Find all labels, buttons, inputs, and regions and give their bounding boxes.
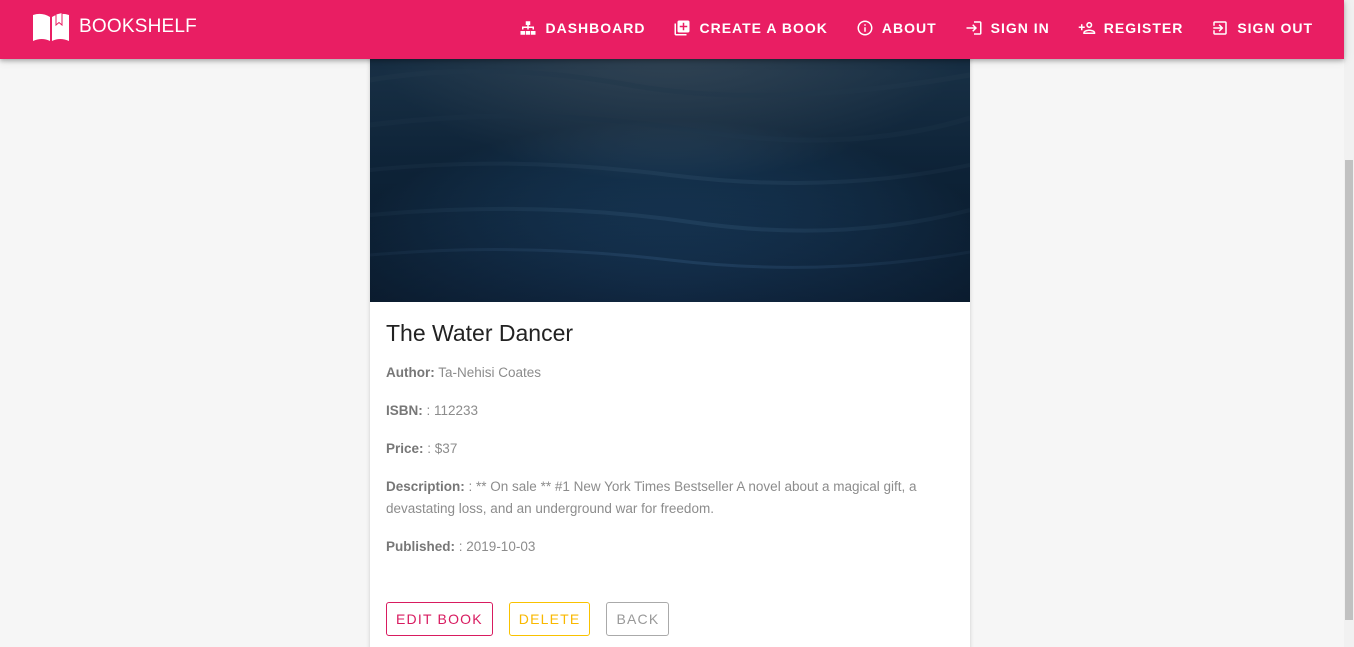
scrollbar-thumb[interactable] xyxy=(1345,160,1353,620)
isbn-label: ISBN: xyxy=(386,403,423,418)
nav-sign-in[interactable]: SIGN IN xyxy=(951,8,1064,48)
delete-button[interactable]: DELETE xyxy=(508,602,591,636)
brand-title: BOOKSHELF xyxy=(79,16,197,37)
nav-label: DASHBOARD xyxy=(545,19,646,36)
card-actions: EDIT BOOK DELETE BACK xyxy=(386,602,685,636)
main-nav: DASHBOARD CREATE A BOOK ABOUT SIGN IN RE… xyxy=(505,0,1344,59)
person-add-icon xyxy=(1078,21,1095,34)
book-card: The Water Dancer Author: Ta-Nehisi Coate… xyxy=(370,0,970,647)
back-button[interactable]: BACK xyxy=(606,602,670,636)
published-label: Published: xyxy=(386,539,456,554)
description-label: Description: xyxy=(386,479,465,494)
edit-book-button[interactable]: EDIT BOOK xyxy=(386,602,493,636)
price-value: : $37 xyxy=(427,441,458,456)
nav-sign-out[interactable]: SIGN OUT xyxy=(1197,8,1344,48)
nav-about[interactable]: ABOUT xyxy=(842,8,951,48)
dashboard-icon xyxy=(520,20,536,35)
nav-label: SIGN OUT xyxy=(1237,19,1313,36)
page: BOOKSHELF DASHBOARD CREATE A BOOK ABOUT xyxy=(0,0,1354,647)
info-icon xyxy=(857,20,873,35)
logout-icon xyxy=(1213,20,1228,35)
author-label: Author: xyxy=(386,365,435,380)
open-book-icon xyxy=(32,11,70,48)
author-value: Ta-Nehisi Coates xyxy=(438,365,542,380)
app-bar: BOOKSHELF DASHBOARD CREATE A BOOK ABOUT xyxy=(0,0,1344,59)
nav-label: ABOUT xyxy=(881,19,937,36)
description-value: : ** On sale ** #1 New York Times Bestse… xyxy=(386,479,917,516)
scrollbar[interactable] xyxy=(1344,0,1354,647)
nav-register[interactable]: REGISTER xyxy=(1064,8,1198,48)
author-field: Author: Ta-Nehisi Coates xyxy=(386,362,954,384)
login-icon xyxy=(966,20,982,35)
nav-create-book[interactable]: CREATE A BOOK xyxy=(659,8,841,48)
isbn-value: : 112233 xyxy=(426,403,479,418)
published-value: : 2019-10-03 xyxy=(458,539,536,554)
plus-box-icon xyxy=(674,20,690,35)
isbn-field: ISBN: : 112233 xyxy=(386,400,954,422)
nav-label: CREATE A BOOK xyxy=(699,19,828,36)
nav-label: SIGN IN xyxy=(990,19,1050,36)
description-field: Description: : ** On sale ** #1 New York… xyxy=(386,476,954,520)
book-title: The Water Dancer xyxy=(386,320,574,346)
published-field: Published: : 2019-10-03 xyxy=(386,536,954,558)
book-details: The Water Dancer Author: Ta-Nehisi Coate… xyxy=(386,318,954,574)
nav-dashboard[interactable]: DASHBOARD xyxy=(505,8,659,48)
price-field: Price: : $37 xyxy=(386,438,954,460)
brand-link[interactable]: BOOKSHELF xyxy=(32,11,197,48)
nav-label: REGISTER xyxy=(1103,19,1184,36)
price-label: Price: xyxy=(386,441,424,456)
